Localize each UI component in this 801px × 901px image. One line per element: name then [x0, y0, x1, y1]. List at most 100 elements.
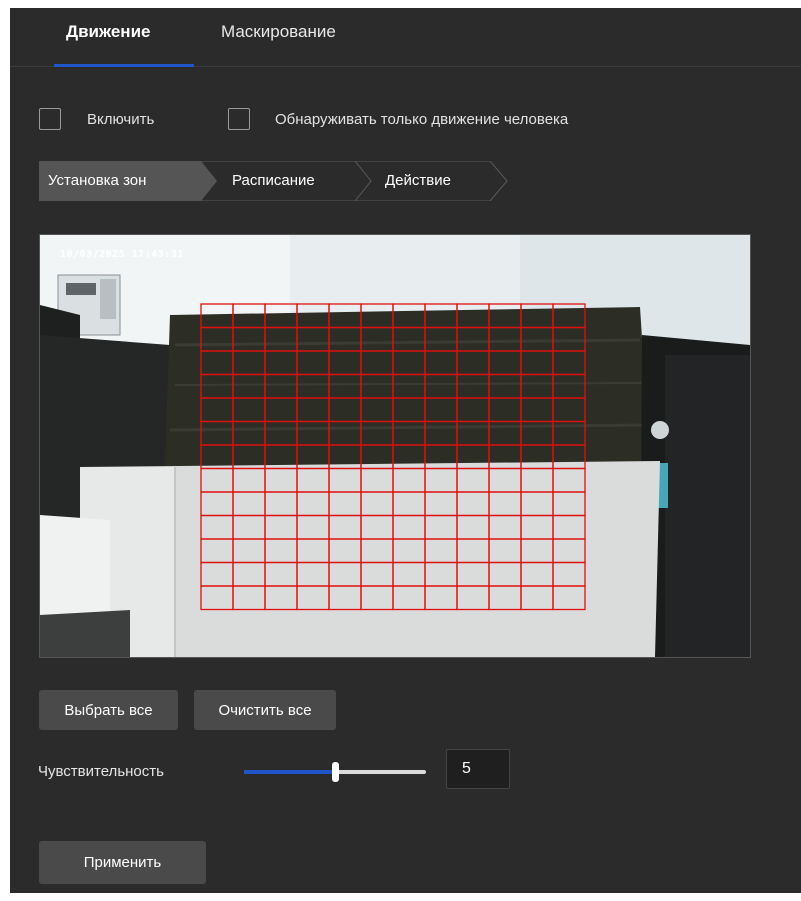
- zone-cell[interactable]: [264, 420, 298, 446]
- zone-cell[interactable]: [200, 303, 234, 329]
- zone-cell[interactable]: [200, 350, 234, 376]
- zone-cell[interactable]: [488, 514, 522, 540]
- zone-cell[interactable]: [424, 373, 458, 399]
- sensitivity-slider[interactable]: [244, 760, 426, 784]
- zone-cell[interactable]: [232, 467, 266, 493]
- zone-cell[interactable]: [264, 444, 298, 470]
- zone-cell[interactable]: [424, 538, 458, 564]
- zone-cell[interactable]: [328, 326, 362, 352]
- zone-cell[interactable]: [392, 467, 426, 493]
- zone-cell[interactable]: [552, 350, 586, 376]
- zone-cell[interactable]: [488, 561, 522, 587]
- zone-cell[interactable]: [488, 420, 522, 446]
- zone-cell[interactable]: [232, 444, 266, 470]
- zone-cell[interactable]: [488, 444, 522, 470]
- human-only-checkbox[interactable]: [228, 108, 250, 130]
- zone-cell[interactable]: [424, 326, 458, 352]
- tab-motion[interactable]: Движение: [66, 22, 150, 42]
- zone-cell[interactable]: [328, 467, 362, 493]
- zone-cell[interactable]: [264, 397, 298, 423]
- zone-cell[interactable]: [424, 420, 458, 446]
- zone-cell[interactable]: [488, 538, 522, 564]
- zone-cell[interactable]: [520, 326, 554, 352]
- zone-cell[interactable]: [328, 420, 362, 446]
- zone-cell[interactable]: [232, 514, 266, 540]
- sensitivity-slider-handle[interactable]: [332, 762, 339, 782]
- zone-cell[interactable]: [360, 303, 394, 329]
- zone-cell[interactable]: [520, 444, 554, 470]
- step-zone-setup[interactable]: Установка зон: [39, 161, 219, 201]
- zone-cell[interactable]: [520, 397, 554, 423]
- step-schedule[interactable]: Расписание: [201, 161, 373, 201]
- zone-cell[interactable]: [456, 373, 490, 399]
- zone-cell[interactable]: [424, 303, 458, 329]
- zone-cell[interactable]: [360, 585, 394, 611]
- zone-cell[interactable]: [296, 350, 330, 376]
- sensitivity-value-input[interactable]: 5: [446, 749, 510, 789]
- zone-cell[interactable]: [552, 514, 586, 540]
- zone-cell[interactable]: [296, 514, 330, 540]
- zone-cell[interactable]: [552, 491, 586, 517]
- zone-cell[interactable]: [424, 561, 458, 587]
- zone-cell[interactable]: [200, 444, 234, 470]
- zone-cell[interactable]: [456, 444, 490, 470]
- zone-cell[interactable]: [200, 373, 234, 399]
- zone-cell[interactable]: [296, 373, 330, 399]
- zone-cell[interactable]: [456, 397, 490, 423]
- zone-cell[interactable]: [360, 491, 394, 517]
- zone-cell[interactable]: [360, 561, 394, 587]
- zone-cell[interactable]: [360, 420, 394, 446]
- zone-cell[interactable]: [328, 350, 362, 376]
- zone-cell[interactable]: [296, 467, 330, 493]
- zone-cell[interactable]: [424, 467, 458, 493]
- zone-cell[interactable]: [296, 585, 330, 611]
- zone-cell[interactable]: [552, 373, 586, 399]
- zone-cell[interactable]: [296, 538, 330, 564]
- zone-cell[interactable]: [232, 373, 266, 399]
- zone-cell[interactable]: [232, 397, 266, 423]
- zone-cell[interactable]: [552, 561, 586, 587]
- zone-cell[interactable]: [232, 350, 266, 376]
- zone-cell[interactable]: [456, 561, 490, 587]
- zone-cell[interactable]: [488, 397, 522, 423]
- zone-cell[interactable]: [360, 397, 394, 423]
- zone-cell[interactable]: [424, 397, 458, 423]
- motion-zone-grid[interactable]: [40, 235, 750, 657]
- zone-cell[interactable]: [264, 538, 298, 564]
- zone-cell[interactable]: [296, 303, 330, 329]
- zone-cell[interactable]: [392, 585, 426, 611]
- zone-cell[interactable]: [360, 444, 394, 470]
- zone-cell[interactable]: [392, 350, 426, 376]
- zone-cell[interactable]: [200, 420, 234, 446]
- zone-cell[interactable]: [488, 491, 522, 517]
- zone-cell[interactable]: [264, 514, 298, 540]
- zone-cell[interactable]: [392, 514, 426, 540]
- zone-cell[interactable]: [520, 585, 554, 611]
- zone-cell[interactable]: [232, 420, 266, 446]
- zone-cell[interactable]: [392, 303, 426, 329]
- zone-cell[interactable]: [552, 326, 586, 352]
- zone-cell[interactable]: [200, 491, 234, 517]
- apply-button[interactable]: Применить: [39, 841, 206, 884]
- zone-cell[interactable]: [520, 514, 554, 540]
- zone-cell[interactable]: [328, 585, 362, 611]
- zone-cell[interactable]: [424, 350, 458, 376]
- zone-cell[interactable]: [200, 326, 234, 352]
- human-only-checkbox-row[interactable]: Обнаруживать только движение человека: [228, 108, 568, 130]
- zone-cell[interactable]: [424, 444, 458, 470]
- zone-cell[interactable]: [456, 538, 490, 564]
- zone-cell[interactable]: [232, 585, 266, 611]
- zone-cell[interactable]: [520, 538, 554, 564]
- zone-cell[interactable]: [264, 373, 298, 399]
- zone-cell[interactable]: [488, 467, 522, 493]
- zone-cell[interactable]: [328, 491, 362, 517]
- zone-cell[interactable]: [328, 514, 362, 540]
- zone-cell[interactable]: [392, 444, 426, 470]
- zone-cell[interactable]: [232, 303, 266, 329]
- zone-cell[interactable]: [488, 350, 522, 376]
- zone-cell[interactable]: [264, 561, 298, 587]
- zone-cell[interactable]: [552, 585, 586, 611]
- zone-cell[interactable]: [392, 420, 426, 446]
- zone-cell[interactable]: [264, 303, 298, 329]
- zone-cell[interactable]: [200, 561, 234, 587]
